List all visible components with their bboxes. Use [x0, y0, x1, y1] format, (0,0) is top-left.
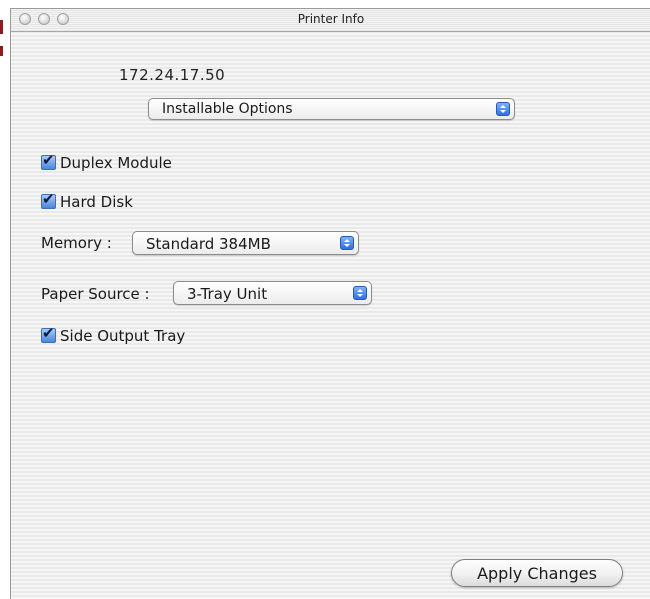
popup-arrows-icon [353, 286, 367, 300]
popup-arrows-icon [496, 102, 510, 116]
duplex-module-label[interactable]: Duplex Module [60, 154, 172, 172]
popup-arrows-icon [340, 236, 354, 250]
memory-popup[interactable]: Standard 384MB [132, 231, 359, 255]
memory-label: Memory : [41, 234, 112, 252]
side-output-tray-label[interactable]: Side Output Tray [60, 327, 185, 345]
paper-source-popup[interactable]: 3-Tray Unit [173, 281, 372, 305]
side-output-tray-checkbox[interactable]: ✔ [41, 324, 56, 343]
hard-disk-checkbox[interactable]: ✔ [41, 190, 56, 209]
memory-value: Standard 384MB [146, 235, 271, 253]
view-selector-value: Installable Options [162, 101, 293, 117]
checkmark-icon: ✔ [42, 151, 55, 169]
paper-source-label: Paper Source : [41, 285, 150, 303]
hard-disk-label[interactable]: Hard Disk [60, 193, 133, 211]
printer-address: 172.24.17.50 [119, 66, 226, 84]
view-selector-popup[interactable]: Installable Options [148, 98, 515, 120]
left-screen-edge [0, 0, 10, 598]
title-bar[interactable]: Printer Info [11, 9, 650, 32]
printer-info-window: Printer Info 172.24.17.50 Installable Op… [10, 8, 650, 599]
paper-source-value: 3-Tray Unit [187, 285, 268, 303]
checkmark-icon: ✔ [42, 190, 55, 208]
apply-changes-button[interactable]: Apply Changes [451, 559, 623, 587]
duplex-module-checkbox[interactable]: ✔ [41, 151, 56, 170]
checkmark-icon: ✔ [42, 324, 55, 342]
edge-mark [0, 46, 3, 56]
edge-mark [0, 20, 3, 34]
window-title: Printer Info [297, 12, 365, 26]
